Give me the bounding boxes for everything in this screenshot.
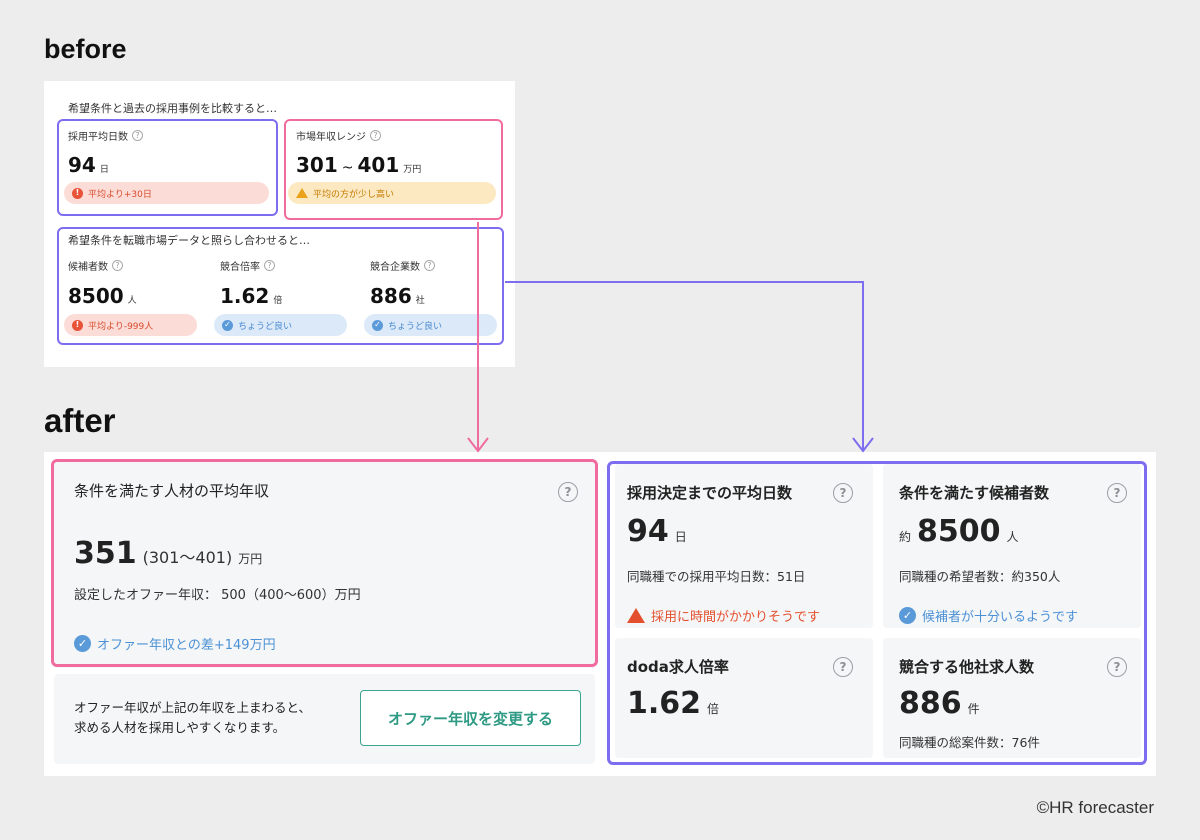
purple-connector-line (505, 281, 864, 450)
after-highlight-market (607, 461, 1147, 765)
copyright-text: ©HR forecaster (1036, 798, 1154, 817)
offer-cta-text: オファー年収が上記の年収を上まわると、 求める人材を採用しやすくなります。 (74, 698, 311, 738)
before-highlight-salary (284, 119, 503, 220)
before-highlight-avg-days (57, 119, 278, 216)
pink-connector-arrowhead (467, 437, 489, 453)
before-intro-1: 希望条件と過去の採用事例を比較すると… (68, 102, 277, 115)
purple-connector-arrowhead (852, 437, 874, 453)
after-heading: after (44, 402, 116, 439)
cta-text-line: 求める人材を採用しやすくなります。 (74, 720, 286, 735)
after-highlight-salary (51, 459, 598, 667)
before-heading: before (44, 34, 127, 64)
change-offer-salary-button[interactable]: オファー年収を変更する (360, 690, 581, 746)
cta-text-line: オファー年収が上記の年収を上まわると、 (74, 700, 312, 715)
before-highlight-market (57, 227, 504, 345)
